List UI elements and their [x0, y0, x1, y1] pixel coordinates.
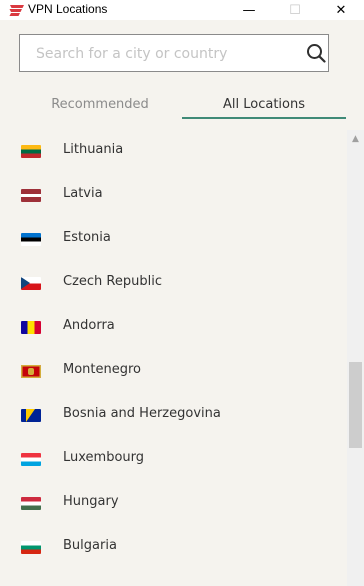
flag-icon — [21, 541, 41, 554]
flag-icon — [21, 321, 41, 334]
location-row[interactable]: Estonia — [0, 218, 346, 262]
location-row[interactable]: Luxembourg — [0, 438, 346, 482]
scrollbar-thumb[interactable] — [349, 362, 362, 448]
tab-all-locations[interactable]: All Locations — [182, 88, 346, 120]
active-tab-indicator — [182, 117, 346, 119]
location-name: Latvia — [63, 186, 103, 201]
flag-icon — [21, 189, 41, 202]
location-row[interactable]: Latvia — [0, 174, 346, 218]
flag-icon — [21, 233, 41, 246]
location-name: Bosnia and Herzegovina — [63, 406, 221, 421]
close-button[interactable]: ✕ — [318, 0, 364, 20]
flag-icon — [21, 497, 41, 510]
location-row[interactable]: Bulgaria — [0, 526, 346, 570]
location-row[interactable]: Czech Republic — [0, 262, 346, 306]
location-name: Hungary — [63, 494, 119, 509]
search-box — [19, 34, 329, 73]
location-name: Bulgaria — [63, 538, 117, 553]
title-bar: VPN Locations — ☐ ✕ — [0, 0, 364, 20]
scroll-up-arrow-icon[interactable]: ▲ — [347, 130, 364, 147]
window-title: VPN Locations — [28, 2, 108, 16]
expressvpn-logo-icon — [9, 5, 24, 16]
flag-icon — [21, 145, 41, 158]
minimize-button[interactable]: — — [226, 0, 272, 20]
maximize-button[interactable]: ☐ — [272, 0, 318, 20]
location-row[interactable]: Bosnia and Herzegovina — [0, 394, 346, 438]
flag-icon — [21, 365, 41, 378]
location-list: Lithuania Latvia Estonia Czech Republic Ando… — [0, 130, 346, 586]
flag-icon — [21, 453, 41, 466]
location-name: Luxembourg — [63, 450, 145, 465]
location-row[interactable]: Andorra — [0, 306, 346, 350]
scrollbar[interactable]: ▲ — [347, 130, 364, 586]
location-row[interactable]: Montenegro — [0, 350, 346, 394]
search-icon[interactable] — [306, 43, 326, 63]
location-row[interactable]: Lithuania — [0, 130, 346, 174]
search-input[interactable] — [34, 35, 288, 73]
location-name: Estonia — [63, 230, 111, 245]
tab-recommended[interactable]: Recommended — [19, 88, 181, 120]
flag-icon — [21, 409, 41, 422]
location-name: Lithuania — [63, 142, 124, 157]
location-row[interactable]: Hungary — [0, 482, 346, 526]
location-name: Montenegro — [63, 362, 142, 377]
location-name: Andorra — [63, 318, 115, 333]
location-name: Czech Republic — [63, 274, 162, 289]
flag-icon — [21, 277, 41, 290]
